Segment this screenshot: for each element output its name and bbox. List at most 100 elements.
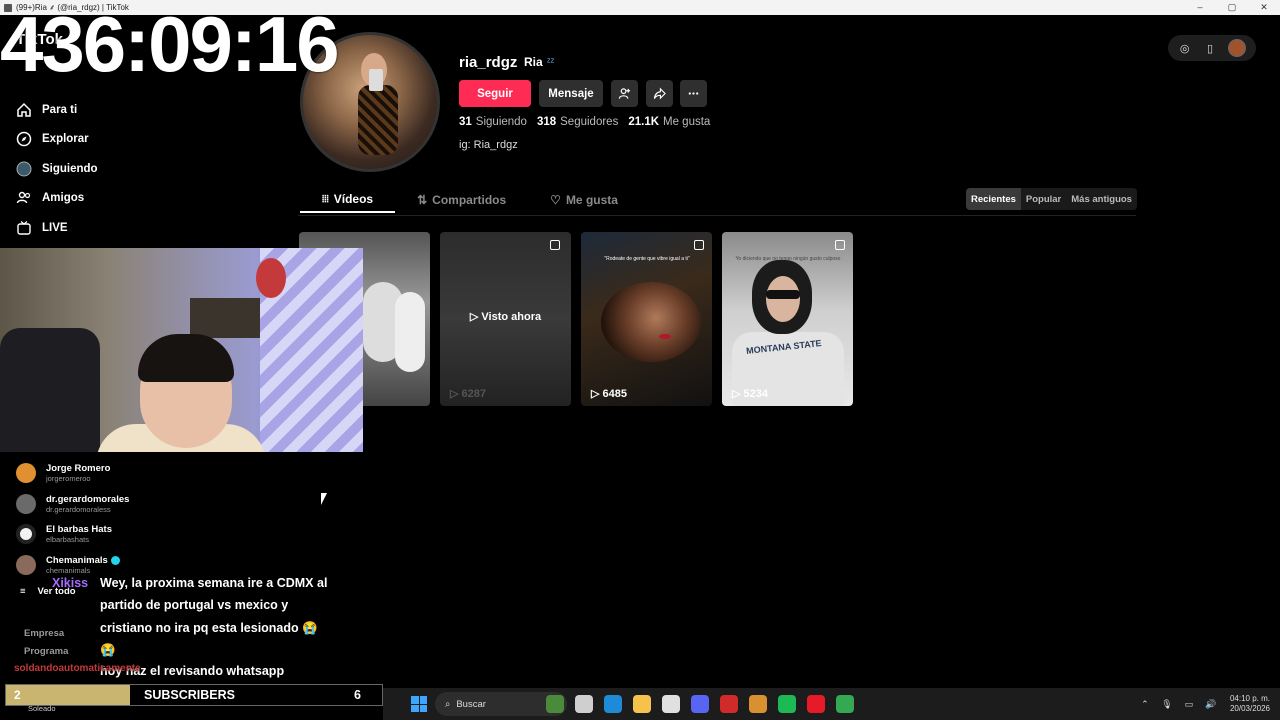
tab-me-gusta[interactable]: ♡ Me gusta	[528, 187, 640, 213]
tab-compartidos[interactable]: ⇅ Compartidos	[395, 187, 528, 213]
zzz-icon: ᶻᶻ	[547, 57, 555, 68]
stream-timer: 436:09:16	[0, 0, 340, 88]
windows-taskbar: ⌕ Buscar ⌃ 🎙 ▭ 🔊 04:10 p. m. 20/03/2026	[383, 688, 1280, 720]
watched-now-label: ▷ Visto ahora	[469, 311, 542, 323]
message-button[interactable]: Mensaje	[539, 80, 603, 107]
list-icon: ≡	[20, 586, 26, 597]
compass-icon	[14, 129, 34, 149]
sort-recientes[interactable]: Recientes	[966, 188, 1021, 210]
subscribers-count: 2	[14, 688, 21, 702]
multi-image-icon	[694, 240, 704, 250]
follow-button[interactable]: Seguir	[459, 80, 531, 107]
avatar	[16, 463, 36, 484]
list-item[interactable]: El barbas Hats elbarbashats	[16, 519, 129, 550]
profile-bio: ig: Ria_rdgz	[459, 139, 518, 151]
stream-chat: Xikiss Wey, la proxima semana ire a CDMX…	[52, 572, 327, 678]
mouse-cursor	[321, 493, 327, 505]
video-caption: Yo diciendo que no tengo ningún gusto cu…	[735, 256, 841, 262]
repost-icon: ⇅	[417, 193, 428, 207]
network-icon[interactable]: ▭	[1182, 697, 1196, 711]
video-caption: "Rodeate de gente que vibre igual a ti"	[604, 256, 690, 262]
windows-start-icon[interactable]	[411, 696, 427, 712]
taskview-icon[interactable]	[575, 695, 593, 713]
profile-display-name: Ria	[524, 55, 543, 69]
more-icon	[688, 92, 699, 95]
sidebar-item-live[interactable]: LIVE	[14, 213, 98, 243]
volume-icon[interactable]: 🔊	[1204, 697, 1218, 711]
add-user-icon	[618, 88, 631, 99]
minimize-button[interactable]: –	[1184, 0, 1216, 15]
chat-username: Xikiss	[52, 576, 89, 590]
discord-icon[interactable]	[691, 695, 709, 713]
heart-lock-icon: ♡	[550, 193, 561, 207]
sidebar-item-label: LIVE	[42, 221, 68, 234]
news-icon[interactable]	[720, 695, 738, 713]
sidebar-item-siguiendo[interactable]: Siguiendo	[14, 154, 98, 184]
view-count: ▷ 5234	[732, 387, 768, 401]
mobile-icon[interactable]: ▯	[1203, 41, 1217, 55]
tab-videos[interactable]: ⦙⦙⦙ Vídeos	[300, 187, 396, 213]
play-icon: ▷	[732, 388, 741, 400]
files-icon[interactable]	[633, 695, 651, 713]
sort-mas-antiguos[interactable]: Más antiguos	[1066, 188, 1137, 210]
microphone-icon[interactable]: 🎙	[1160, 697, 1174, 711]
spotify-icon[interactable]	[778, 695, 796, 713]
sidebar-item-explorar[interactable]: Explorar	[14, 125, 98, 155]
tabs-divider	[298, 215, 1136, 216]
sidebar-nav: Para ti Explorar Siguiendo Amigos LIVE	[14, 95, 98, 243]
store-icon[interactable]	[662, 695, 680, 713]
sort-toggle: Recientes Popular Más antiguos	[966, 188, 1137, 210]
app-icon[interactable]	[749, 695, 767, 713]
more-options-button[interactable]	[680, 80, 707, 107]
edge-icon[interactable]	[604, 695, 622, 713]
footer-link[interactable]: Empresa	[24, 628, 68, 646]
close-button[interactable]: ✕	[1248, 0, 1280, 15]
play-icon: ▷	[450, 388, 459, 400]
list-item[interactable]: dr.gerardomorales dr.gerardomoraless	[16, 489, 129, 520]
footer-link[interactable]: Programa	[24, 646, 68, 664]
window-controls: – ▢ ✕	[1184, 0, 1280, 15]
avatar	[16, 524, 36, 545]
sidebar-item-para-ti[interactable]: Para ti	[14, 95, 98, 125]
sidebar-footer: Empresa Programa	[24, 628, 68, 664]
chat-message: Wey, la proxima semana ire a CDMX al par…	[100, 576, 328, 657]
multi-image-icon	[835, 240, 845, 250]
sidebar-item-label: Amigos	[42, 192, 85, 205]
chrome-icon[interactable]	[836, 695, 854, 713]
following-icon	[14, 159, 34, 179]
top-right-actions: ◎ ▯	[1168, 35, 1256, 61]
opera-icon[interactable]	[807, 695, 825, 713]
multi-image-icon	[550, 240, 560, 250]
likes-stat: 21.1K Me gusta	[628, 116, 711, 128]
following-list: Jorge Romero jorgeromeroo dr.gerardomoral…	[16, 458, 129, 580]
coins-icon[interactable]: ◎	[1178, 41, 1192, 55]
sort-popular[interactable]: Popular	[1021, 188, 1066, 210]
system-tray: ⌃ 🎙 ▭ 🔊 04:10 p. m. 20/03/2026	[1130, 688, 1280, 720]
video-thumbnail[interactable]: MONTANA STATE Yo diciendo que no tengo n…	[722, 232, 853, 406]
sidebar-item-amigos[interactable]: Amigos	[14, 184, 98, 214]
avatar	[16, 554, 36, 575]
add-friend-button[interactable]	[611, 80, 638, 107]
following-stat[interactable]: 31 Siguiendo	[459, 116, 527, 128]
profile-stats: 31 Siguiendo 318 Seguidores 21.1K Me gusta	[459, 116, 710, 128]
sidebar-item-label: Explorar	[42, 133, 89, 146]
followers-stat[interactable]: 318 Seguidores	[537, 116, 618, 128]
taskbar-clock[interactable]: 04:10 p. m. 20/03/2026	[1230, 694, 1270, 714]
sidebar-item-label: Para ti	[42, 103, 78, 116]
maximize-button[interactable]: ▢	[1216, 0, 1248, 15]
play-icon: ▷	[591, 388, 600, 400]
view-count: ▷ 6485	[591, 387, 627, 401]
sidebar-item-label: Siguiendo	[42, 162, 98, 175]
grid-icon: ⦙⦙⦙	[322, 193, 329, 205]
user-avatar[interactable]	[1228, 39, 1247, 57]
subscribers-label: SUBSCRIBERS	[144, 688, 235, 702]
list-item[interactable]: Jorge Romero jorgeromeroo	[16, 458, 129, 489]
video-thumbnail[interactable]: "Rodeate de gente que vibre igual a ti" …	[581, 232, 712, 406]
view-count: ▷ 6287	[450, 387, 486, 401]
home-icon	[14, 100, 34, 120]
widgets-icon[interactable]	[546, 695, 564, 713]
video-thumbnail[interactable]: ▷ Visto ahora ▷ 6287	[440, 232, 571, 406]
share-button[interactable]	[646, 80, 673, 107]
chevron-up-icon[interactable]: ⌃	[1138, 697, 1152, 711]
subscribers-goal-bar: 2 SUBSCRIBERS 6	[5, 684, 383, 706]
